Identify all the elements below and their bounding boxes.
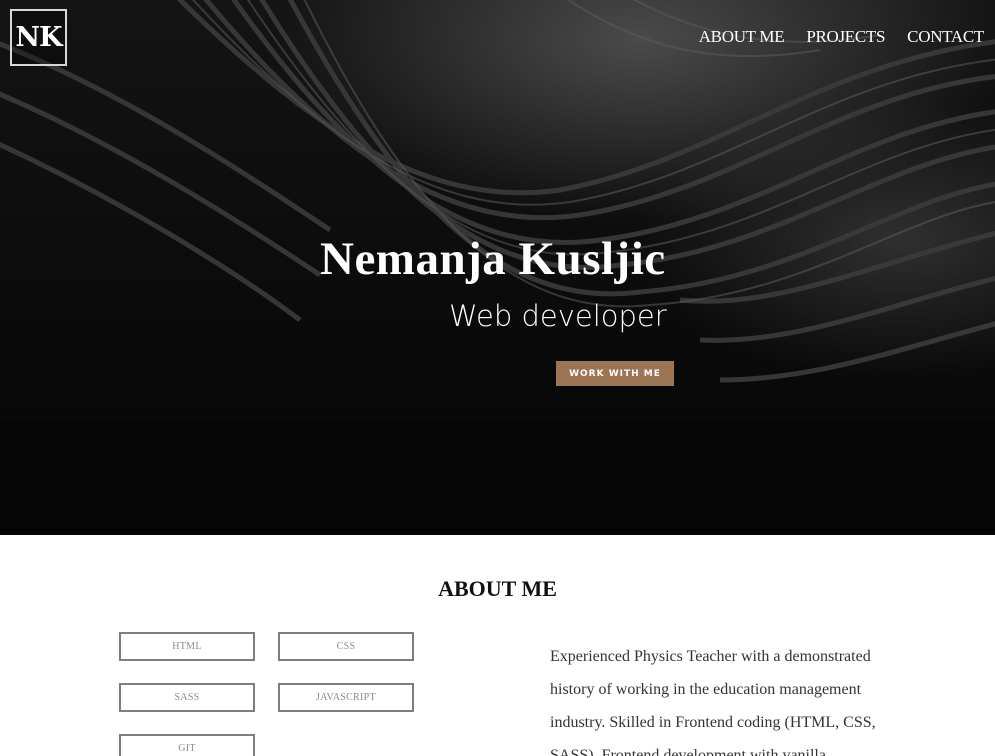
about-text: Experienced Physics Teacher with a demon… xyxy=(550,648,876,756)
skill-html: HTML xyxy=(119,632,255,661)
hero-name: Nemanja Kusljic xyxy=(320,233,666,285)
nav-about-me[interactable]: ABOUT ME xyxy=(699,27,785,47)
hero-section: NK ABOUT ME PROJECTS CONTACT Nemanja Kus… xyxy=(0,0,995,535)
hero-role: Web developer xyxy=(449,299,667,333)
about-title: ABOUT ME xyxy=(438,576,557,601)
skill-sass: SASS xyxy=(119,683,255,712)
skill-javascript: JAVASCRIPT xyxy=(278,683,414,712)
main-nav: ABOUT ME PROJECTS CONTACT xyxy=(699,27,985,47)
skill-css: CSS xyxy=(278,632,414,661)
work-with-me-button[interactable]: WORK WITH ME xyxy=(556,361,674,386)
logo[interactable]: NK xyxy=(10,9,67,66)
nav-projects[interactable]: PROJECTS xyxy=(806,27,885,47)
nav-contact[interactable]: CONTACT xyxy=(907,27,984,47)
skill-git: GIT xyxy=(119,734,255,756)
